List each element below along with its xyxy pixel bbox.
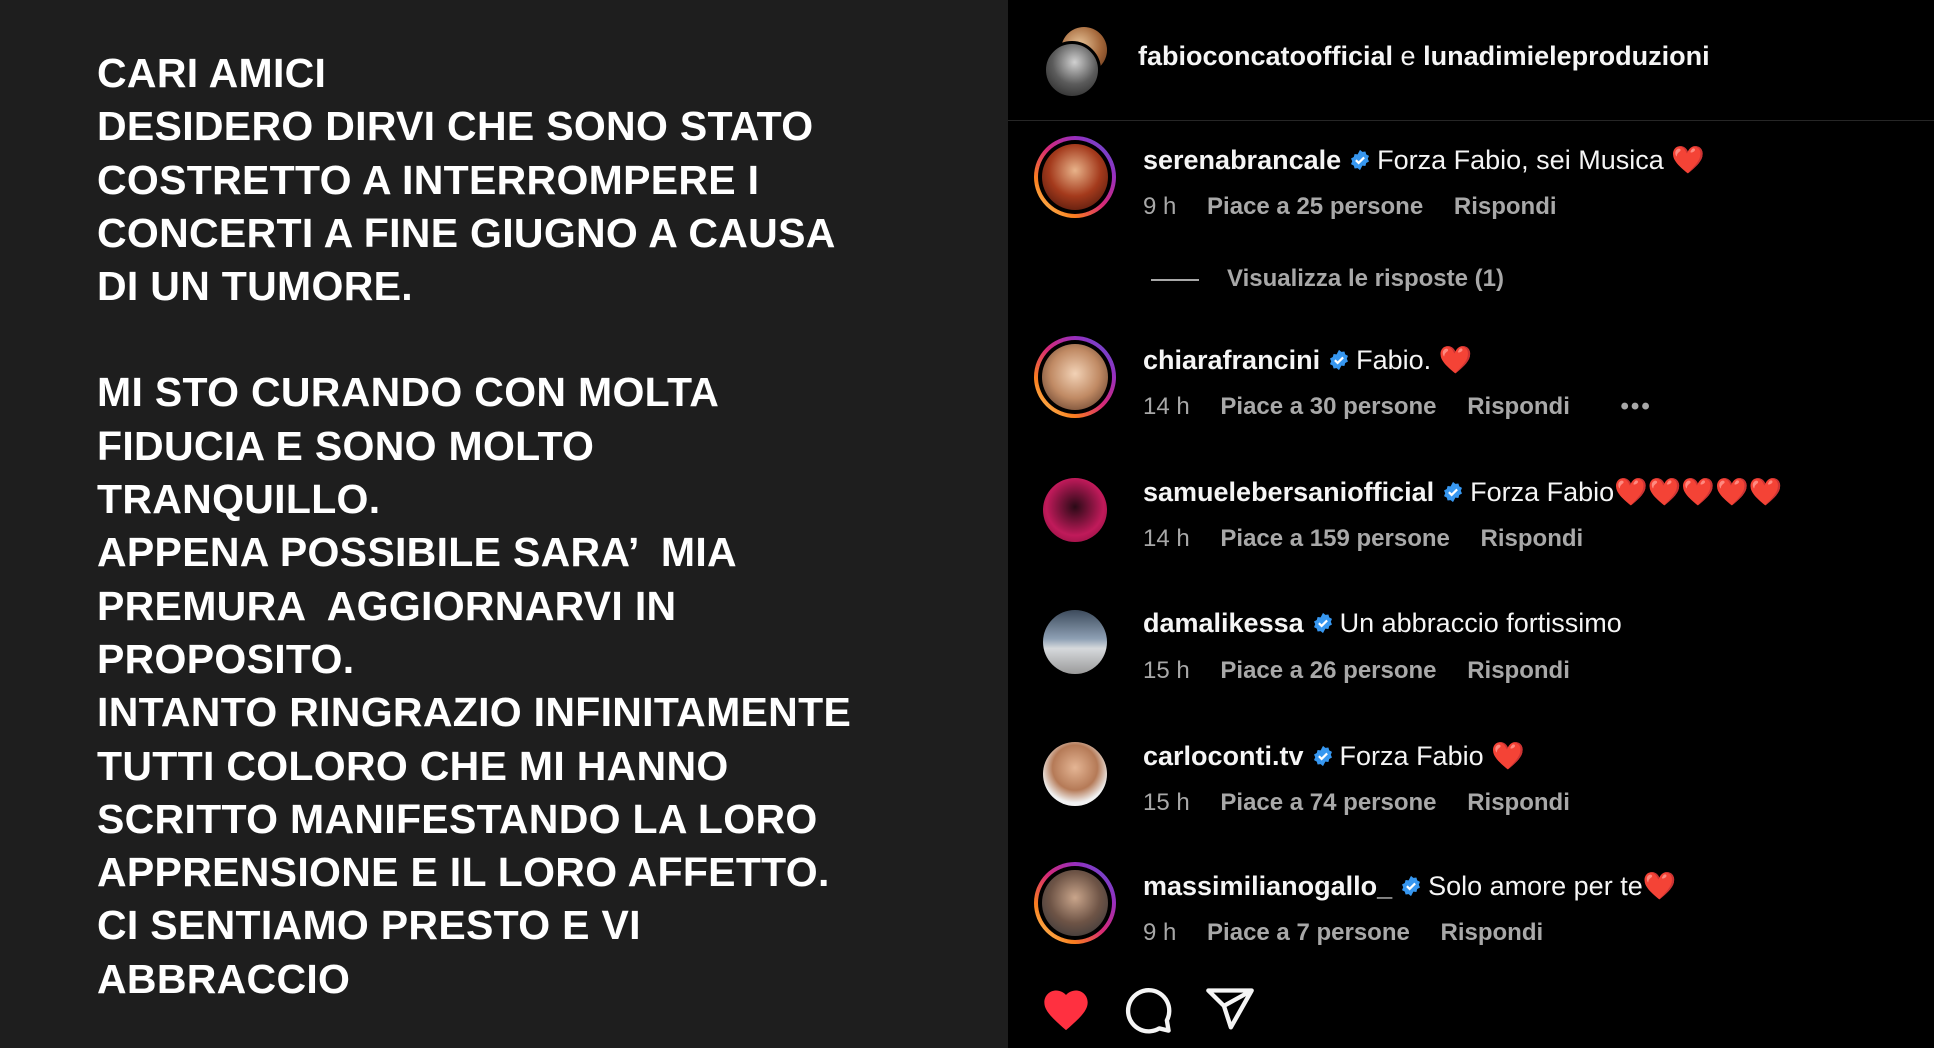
avatar[interactable] <box>1034 136 1116 218</box>
avatar[interactable] <box>1034 862 1116 944</box>
heart-filled-icon[interactable] <box>1040 984 1092 1036</box>
post-image: CARI AMICI DESIDERO DIRVI CHE SONO STATO… <box>0 0 1008 1048</box>
verified-badge-icon <box>1351 149 1370 171</box>
post-line: TUTTI COLORO CHE MI HANNO <box>97 742 729 789</box>
comment-text: Solo amore per te❤️ <box>1428 871 1677 901</box>
reply-button[interactable]: Rispondi <box>1441 919 1544 946</box>
verified-badge-icon <box>1313 612 1332 634</box>
author-joiner: e <box>1400 41 1416 71</box>
post-line: ABBRACCIO <box>97 955 351 1002</box>
post-line: MI STO CURANDO CON MOLTA <box>97 369 720 416</box>
view-replies-label: Visualizza le risposte (1) <box>1227 265 1504 292</box>
comment-username[interactable]: chiarafrancini <box>1143 345 1320 375</box>
comment-likes[interactable]: Piace a 159 persone <box>1220 525 1449 552</box>
paper-plane-icon[interactable] <box>1204 984 1256 1036</box>
author-link[interactable]: fabioconcatoofficial <box>1138 41 1393 71</box>
post-line: APPRENSIONE E IL LORO AFFETTO. <box>97 849 830 896</box>
comment-likes[interactable]: Piace a 25 persone <box>1207 193 1423 220</box>
post-line: COSTRETTO A INTERROMPERE I <box>97 156 760 203</box>
post-line: CARI AMICI <box>97 50 327 96</box>
verified-badge-icon <box>1444 481 1463 503</box>
verified-badge-icon <box>1313 745 1332 767</box>
view-replies-button[interactable]: Visualizza le risposte (1) <box>1151 265 1504 293</box>
avatar[interactable] <box>1043 41 1101 99</box>
post-line: CONCERTI A FINE GIUGNO A CAUSA <box>97 209 836 256</box>
comment-likes[interactable]: Piace a 26 persone <box>1220 657 1436 684</box>
comment-bubble-icon[interactable] <box>1122 984 1174 1036</box>
reply-button[interactable]: Rispondi <box>1481 525 1584 552</box>
post-line: SCRITTO MANIFESTANDO LA LORO <box>97 795 818 842</box>
comment-likes[interactable]: Piace a 74 persone <box>1220 789 1436 816</box>
author-avatars[interactable] <box>1039 27 1131 99</box>
post-line: PROPOSITO. <box>97 635 355 682</box>
replies-divider <box>1151 278 1199 281</box>
post-paragraph-1: CARI AMICI DESIDERO DIRVI CHE SONO STATO… <box>97 47 977 313</box>
post-line: TRANQUILLO. <box>97 476 381 523</box>
post-line: APPENA POSSIBILE SARA’ MIA <box>97 529 737 576</box>
reply-button[interactable]: Rispondi <box>1467 657 1570 684</box>
comment-text: Forza Fabio ❤️ <box>1339 741 1525 771</box>
comment-text: Un abbraccio fortissimo <box>1339 608 1622 638</box>
comment-username[interactable]: samuelebersaniofficial <box>1143 477 1434 507</box>
post-line: DESIDERO DIRVI CHE SONO STATO <box>97 103 814 150</box>
post-line: PREMURA AGGIORNARVI IN <box>97 582 677 629</box>
post-line: INTANTO RINGRAZIO INFINITAMENTE <box>97 689 852 736</box>
post-action-bar <box>1008 968 1934 1048</box>
comment-username[interactable]: massimilianogallo_ <box>1143 871 1392 901</box>
post-line: FIDUCIA E SONO MOLTO <box>97 422 595 469</box>
verified-badge-icon <box>1402 875 1421 897</box>
reply-button[interactable]: Rispondi <box>1454 193 1557 220</box>
post-line: CI SENTIAMO PRESTO E VI <box>97 902 641 949</box>
avatar[interactable] <box>1043 478 1107 542</box>
avatar[interactable] <box>1034 336 1116 418</box>
comment-text: Forza Fabio❤️❤️❤️❤️❤️ <box>1470 477 1783 507</box>
reply-button[interactable]: Rispondi <box>1467 393 1570 420</box>
post-authors: fabioconcatoofficial e lunadimieleproduz… <box>1138 41 1710 72</box>
more-options-icon[interactable]: ••• <box>1621 393 1652 420</box>
comment-text: Fabio. ❤️ <box>1356 345 1473 375</box>
comment-likes[interactable]: Piace a 7 persone <box>1207 919 1410 946</box>
comment-time: 15 h <box>1143 657 1190 684</box>
comment-username[interactable]: carloconti.tv <box>1143 741 1304 771</box>
post-header: fabioconcatoofficial e lunadimieleproduz… <box>1008 0 1934 121</box>
reply-button[interactable]: Rispondi <box>1467 789 1570 816</box>
comment-time: 9 h <box>1143 193 1177 220</box>
comment-username[interactable]: damalikessa <box>1143 608 1304 638</box>
comment-text: Forza Fabio, sei Musica ❤️ <box>1377 145 1705 175</box>
comments-panel: fabioconcatoofficial e lunadimieleproduz… <box>1008 0 1934 1048</box>
comment-username[interactable]: serenabrancale <box>1143 145 1341 175</box>
avatar[interactable] <box>1043 610 1107 674</box>
comment-time: 9 h <box>1143 919 1177 946</box>
comment-likes[interactable]: Piace a 30 persone <box>1220 393 1436 420</box>
comment-time: 14 h <box>1143 393 1190 420</box>
comment-time: 15 h <box>1143 789 1190 816</box>
verified-badge-icon <box>1330 349 1349 371</box>
post-paragraph-2: MI STO CURANDO CON MOLTA FIDUCIA E SONO … <box>97 366 977 1006</box>
comment-time: 14 h <box>1143 525 1190 552</box>
avatar[interactable] <box>1043 742 1107 806</box>
post-text: CARI AMICI DESIDERO DIRVI CHE SONO STATO… <box>97 47 977 1006</box>
post-line: DI UN TUMORE. <box>97 263 413 310</box>
author-link[interactable]: lunadimieleproduzioni <box>1423 41 1710 71</box>
